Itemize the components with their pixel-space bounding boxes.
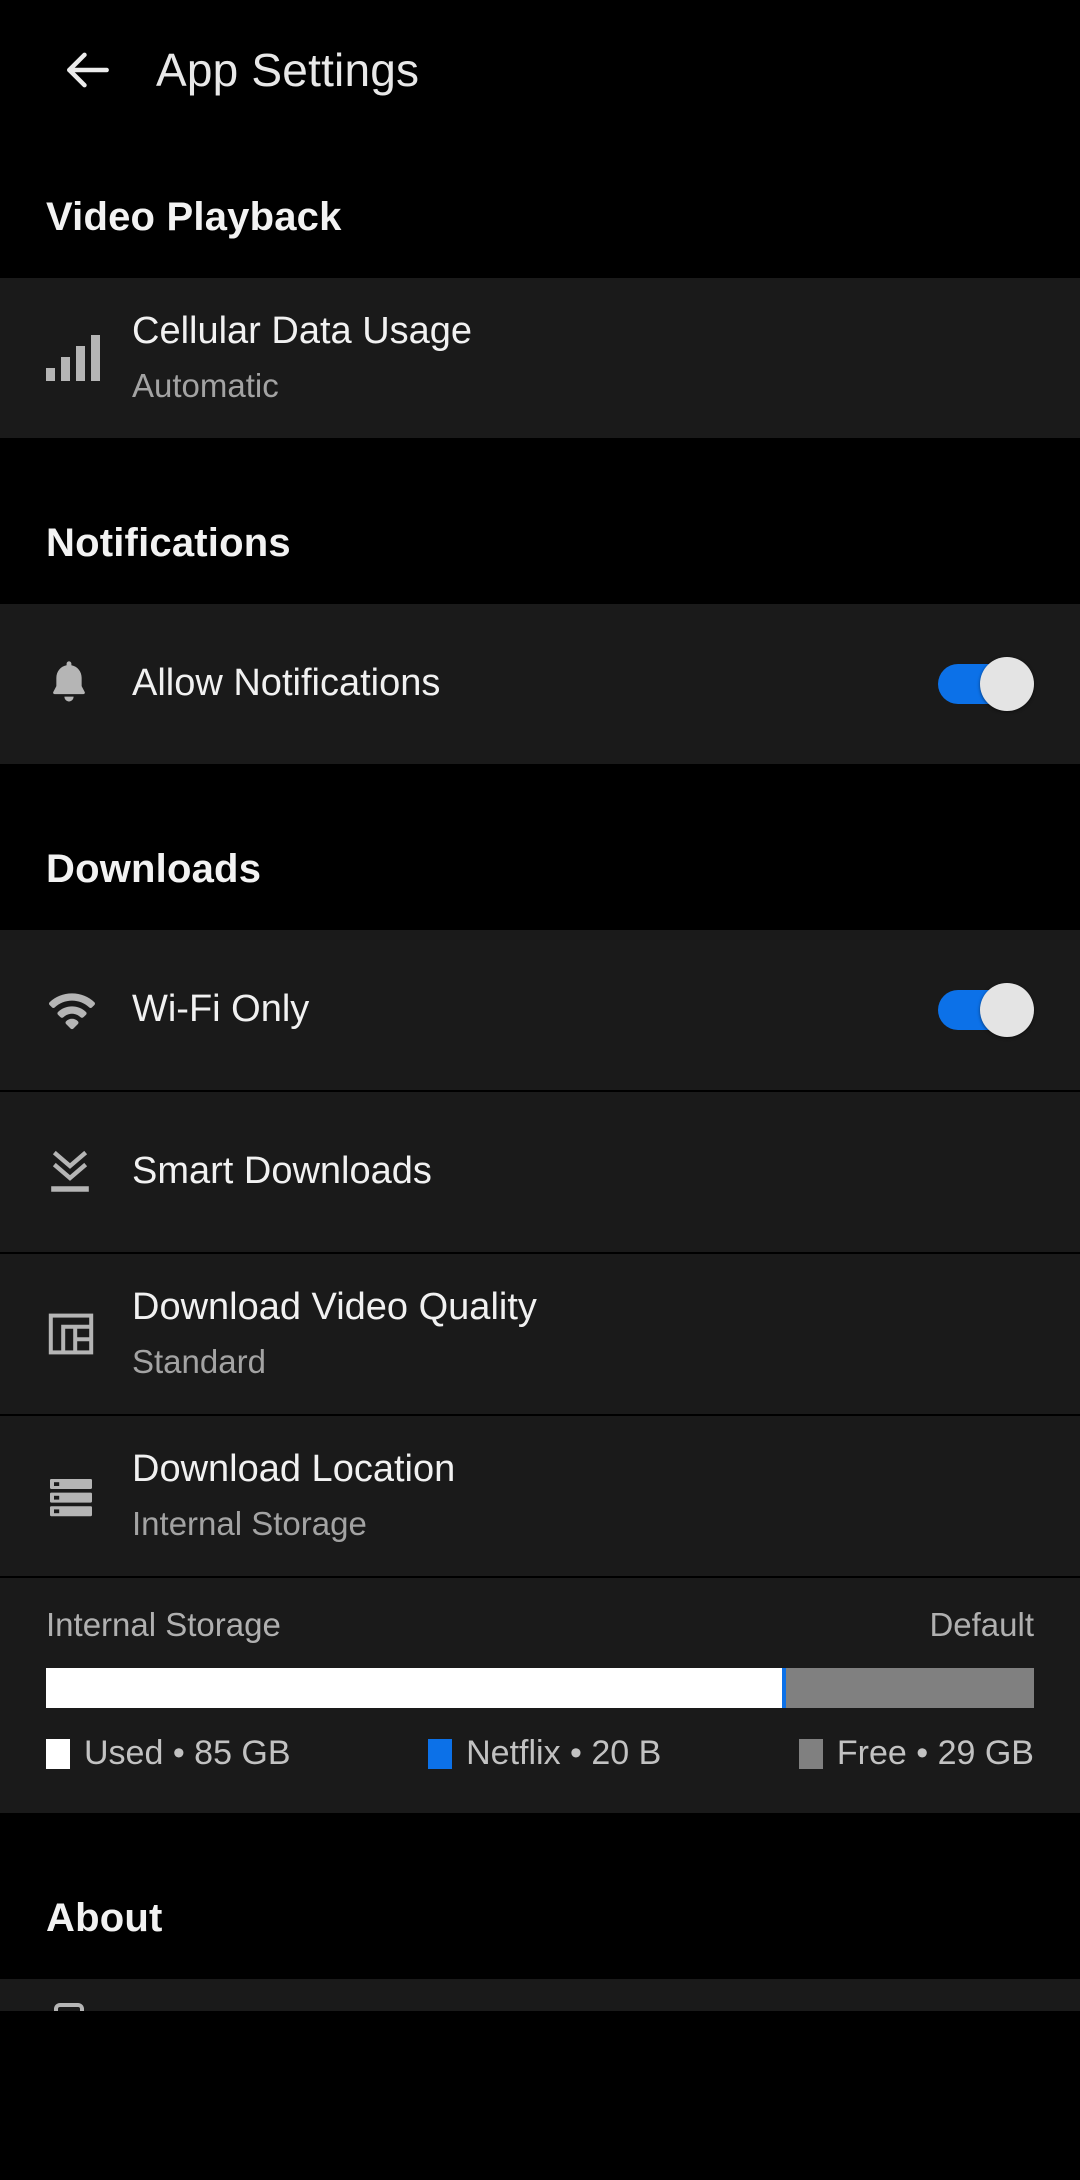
row-download-location[interactable]: Download Location Internal Storage xyxy=(0,1416,1080,1576)
legend-label-netflix: Netflix • 20 B xyxy=(466,1734,662,1772)
row-wifi-only[interactable]: Wi-Fi Only xyxy=(0,930,1080,1090)
section-header-downloads: Downloads xyxy=(46,847,262,891)
wifi-icon xyxy=(46,989,132,1031)
row-subtitle: Automatic xyxy=(132,367,279,405)
app-settings-screen: App Settings Video Playback Cellular Dat… xyxy=(0,0,1080,2180)
storage-stack-icon xyxy=(46,1473,132,1519)
card-about-partial[interactable] xyxy=(0,1979,1080,2011)
row-download-video-quality[interactable]: Download Video Quality Standard xyxy=(0,1254,1080,1414)
signal-bars-icon xyxy=(46,335,132,381)
row-text: Allow Notifications xyxy=(132,662,938,706)
legend-item-netflix: Netflix • 20 B xyxy=(428,1734,661,1773)
row-title: Wi-Fi Only xyxy=(132,988,310,1031)
legend-swatch-used xyxy=(46,1738,70,1769)
legend-swatch-netflix xyxy=(428,1738,453,1769)
row-title: Allow Notifications xyxy=(132,662,441,705)
row-allow-notifications[interactable]: Allow Notifications xyxy=(0,604,1080,764)
card-notifications: Allow Notifications xyxy=(0,604,1080,764)
toggle-knob xyxy=(980,657,1034,711)
row-text: Download Location Internal Storage xyxy=(132,1448,1034,1543)
top-app-bar: App Settings xyxy=(0,0,1080,140)
page-title: App Settings xyxy=(156,44,420,96)
storage-location-label: Internal Storage xyxy=(46,1606,281,1643)
video-quality-icon xyxy=(46,1310,132,1358)
row-title: Smart Downloads xyxy=(132,1150,432,1193)
storage-segment-used xyxy=(46,1668,783,1708)
double-chevron-down-icon xyxy=(46,1147,132,1197)
section-header-video-playback: Video Playback xyxy=(46,195,342,239)
card-video-playback: Cellular Data Usage Automatic xyxy=(0,278,1080,438)
row-cellular-data-usage[interactable]: Cellular Data Usage Automatic xyxy=(0,278,1080,438)
row-title: Cellular Data Usage xyxy=(132,310,473,353)
arrow-left-icon xyxy=(60,42,116,98)
row-subtitle: Standard xyxy=(132,1343,266,1381)
row-smart-downloads[interactable]: Smart Downloads xyxy=(0,1092,1080,1252)
toggle-knob xyxy=(980,983,1034,1037)
storage-segment-free xyxy=(785,1668,1034,1708)
toggle-allow-notifications[interactable] xyxy=(938,657,1034,711)
row-subtitle: Internal Storage xyxy=(132,1505,367,1543)
row-title: Download Video Quality xyxy=(132,1286,537,1329)
section-header-about: About xyxy=(46,1896,163,1940)
row-text: Download Video Quality Standard xyxy=(132,1286,1034,1381)
row-text: Cellular Data Usage Automatic xyxy=(132,310,1034,405)
legend-label-used: Used • 85 GB xyxy=(84,1734,291,1772)
about-row-icon-partial xyxy=(46,2001,92,2011)
storage-meter-panel: Internal Storage Default Used • 85 GB Ne… xyxy=(0,1578,1080,1813)
bell-icon xyxy=(46,659,132,709)
storage-usage-bar xyxy=(46,1668,1034,1708)
row-text: Wi-Fi Only xyxy=(132,988,938,1032)
legend-item-free: Free • 29 GB xyxy=(798,1734,1034,1773)
row-text: Smart Downloads xyxy=(132,1150,1034,1194)
storage-meter-header: Internal Storage Default xyxy=(46,1606,1034,1644)
storage-default-badge: Default xyxy=(929,1606,1034,1643)
row-title: Download Location xyxy=(132,1448,456,1491)
toggle-wifi-only[interactable] xyxy=(938,983,1034,1037)
legend-item-used: Used • 85 GB xyxy=(46,1734,291,1773)
storage-legend: Used • 85 GB Netflix • 20 B Free • 29 GB xyxy=(46,1734,1034,1773)
section-header-notifications: Notifications xyxy=(46,521,291,565)
legend-swatch-free xyxy=(798,1738,823,1769)
legend-label-free: Free • 29 GB xyxy=(836,1734,1034,1772)
card-downloads: Wi-Fi Only Smart Downloads Download Vide… xyxy=(0,930,1080,1813)
back-button[interactable] xyxy=(56,38,120,102)
